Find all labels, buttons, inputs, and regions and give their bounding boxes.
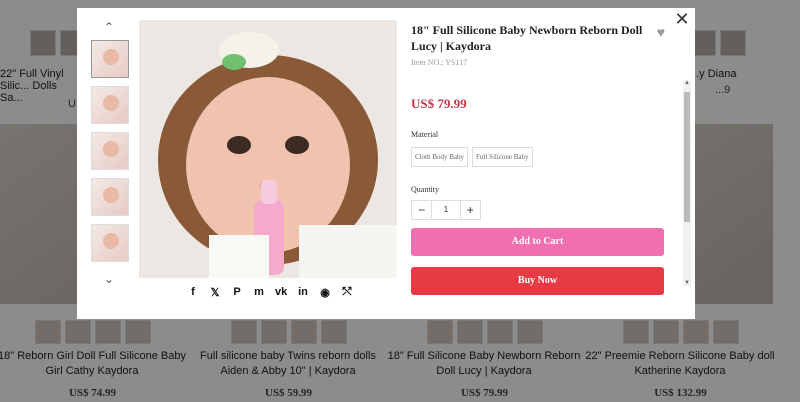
plus-icon[interactable]: + <box>461 203 480 217</box>
main-product-image[interactable] <box>139 20 397 278</box>
scroll-up-icon[interactable]: ▲ <box>683 80 691 86</box>
add-to-cart-button[interactable]: Add to Cart <box>411 228 664 256</box>
material-options: Cloth Body Baby Full Silicone Baby <box>411 147 671 167</box>
material-option-cloth[interactable]: Cloth Body Baby <box>411 147 469 167</box>
gallery-thumbnail[interactable] <box>91 40 129 78</box>
thumbnail-column: ⌃ ⌄ <box>89 20 129 290</box>
scrollbar[interactable]: ▲ ▼ <box>683 80 691 286</box>
quantity-stepper: − 1 + <box>411 200 481 220</box>
gallery-thumbnail[interactable] <box>91 178 129 216</box>
share-icon[interactable]: ⤲ <box>341 286 353 299</box>
pinterest-icon[interactable]: P <box>231 286 243 298</box>
chevron-up-icon[interactable]: ⌃ <box>89 20 129 34</box>
messenger-icon[interactable]: m <box>253 286 265 298</box>
gallery-thumbnail[interactable] <box>91 86 129 124</box>
twitter-icon[interactable]: 𝕏 <box>209 286 221 299</box>
quantity-label: Quantity <box>411 185 439 194</box>
product-info: 18" Full Silicone Baby Newborn Reborn Do… <box>411 22 681 308</box>
chevron-down-icon[interactable]: ⌄ <box>89 272 129 286</box>
vk-icon[interactable]: vk <box>275 286 287 298</box>
minus-icon[interactable]: − <box>412 203 431 217</box>
gallery-thumbnail[interactable] <box>91 224 129 262</box>
doll-photo <box>139 20 397 278</box>
scrollbar-thumb[interactable] <box>684 92 690 222</box>
gallery-thumbnail[interactable] <box>91 132 129 170</box>
item-number: Item NO.: YS117 <box>411 58 468 67</box>
material-label: Material <box>411 130 439 139</box>
quick-view-modal: ✕ ⌃ ⌄ f 𝕏 P m vk in ◉ ⤲ 18" Full Silicon… <box>77 8 695 319</box>
line-icon[interactable]: ◉ <box>319 286 331 299</box>
buy-now-button[interactable]: Buy Now <box>411 267 664 295</box>
product-title: 18" Full Silicone Baby Newborn Reborn Do… <box>411 23 643 53</box>
facebook-icon[interactable]: f <box>187 286 199 298</box>
quantity-input[interactable]: 1 <box>431 201 461 219</box>
share-bar: f 𝕏 P m vk in ◉ ⤲ <box>187 284 353 300</box>
scroll-area: US$ 79.99 Material Cloth Body Baby Full … <box>411 88 671 298</box>
linkedin-icon[interactable]: in <box>297 286 309 298</box>
material-option-silicone[interactable]: Full Silicone Baby <box>472 147 533 167</box>
heart-icon[interactable]: ♥ <box>657 24 665 40</box>
scroll-down-icon[interactable]: ▼ <box>683 280 691 286</box>
product-price: US$ 79.99 <box>411 96 467 111</box>
